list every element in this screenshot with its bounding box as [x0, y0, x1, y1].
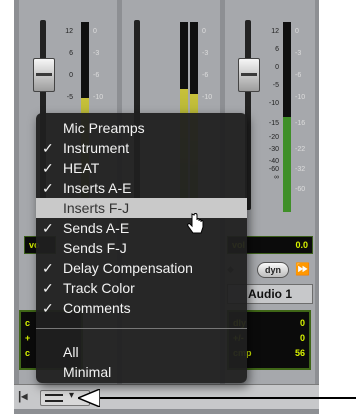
scale-label: 6 — [69, 50, 73, 57]
checkmark-icon: ✓ — [42, 280, 54, 296]
annotation-arrow-icon — [78, 389, 100, 407]
menu-item-label: Comments — [63, 300, 131, 316]
volume-value: 0.0 — [295, 240, 308, 250]
checkmark-icon: ✓ — [42, 160, 54, 176]
menu-item-heat[interactable]: ✓ HEAT — [36, 158, 247, 178]
fader-scale: 12 6 0 -5 -10 -15 -20 -30 -40 -60 ∞ — [261, 28, 279, 208]
menu-item-track-color[interactable]: ✓ Track Color — [36, 278, 247, 298]
meter-label: -16 — [295, 120, 306, 127]
delay-label: c — [25, 348, 31, 358]
view-options-menu: Mic Preamps ✓ Instrument ✓ HEAT ✓ Insert… — [36, 113, 247, 383]
menu-item-comments[interactable]: ✓ Comments — [36, 298, 247, 318]
meter-label: -10 — [93, 94, 104, 101]
meter-label: -3 — [93, 50, 100, 57]
menu-item-label: HEAT — [63, 160, 100, 176]
meter-label: -10 — [202, 94, 213, 101]
menu-item-delay-compensation[interactable]: ✓ Delay Compensation — [36, 258, 247, 278]
meter-label: -3 — [202, 50, 209, 57]
scale-label: 12 — [65, 28, 73, 35]
delay-label: c — [25, 318, 31, 328]
expand-arrow-icon[interactable]: ⏩ — [295, 262, 310, 276]
scale-label: -10 — [268, 100, 279, 107]
meter-label: 0 — [295, 28, 299, 35]
scale-label: 12 — [271, 28, 279, 35]
checkmark-icon: ✓ — [42, 140, 54, 156]
menu-item-instrument[interactable]: ✓ Instrument — [36, 138, 247, 158]
menu-item-sends-a-e[interactable]: ✓ Sends A-E — [36, 218, 247, 238]
scale-label: -5 — [66, 94, 73, 101]
meter-label: -6 — [93, 72, 100, 79]
checkmark-icon: ✓ — [42, 260, 54, 276]
menu-item-all[interactable]: All — [36, 342, 247, 362]
menu-item-label: Instrument — [63, 140, 130, 156]
menu-item-label: Mic Preamps — [63, 120, 145, 136]
menu-item-label: Track Color — [63, 280, 135, 296]
menu-item-label: Minimal — [63, 364, 112, 380]
meter-label: -6 — [295, 72, 302, 79]
fader-handle[interactable] — [238, 58, 260, 92]
level-meter — [283, 22, 291, 212]
scale-label: 0 — [69, 72, 73, 79]
scale-label: 6 — [275, 46, 279, 53]
menu-item-minimal[interactable]: Minimal — [36, 362, 247, 382]
meter-label: -60 — [295, 186, 306, 193]
meter-label: 0 — [93, 28, 97, 35]
collapse-left-icon[interactable]: |◂ — [18, 389, 27, 403]
dyn-button[interactable]: dyn — [257, 262, 289, 278]
scale-label: -20 — [268, 134, 279, 141]
scale-label: -15 — [268, 120, 279, 127]
chevron-down-icon: ▾ — [69, 390, 75, 401]
checkmark-icon: ✓ — [42, 180, 54, 196]
menu-item-inserts-a-e[interactable]: ✓ Inserts A-E — [36, 178, 247, 198]
meter-label: -22 — [295, 146, 306, 153]
dly-value: 0 — [299, 318, 305, 328]
meter-label: -6 — [202, 72, 209, 79]
menu-item-label: Sends A-E — [63, 220, 130, 236]
meter-label: -3 — [295, 50, 302, 57]
meter-label: -32 — [295, 166, 306, 173]
fader-handle[interactable] — [33, 58, 55, 92]
hand-cursor-icon — [187, 213, 204, 234]
menu-item-label: Sends F-J — [63, 240, 127, 256]
scale-label: -5 — [272, 82, 279, 89]
menu-separator — [36, 328, 247, 329]
annotation-arrow-line — [96, 397, 356, 399]
checkmark-icon: ✓ — [42, 300, 54, 316]
delay-label: + — [25, 333, 31, 343]
menu-item-label: Inserts F-J — [63, 200, 130, 216]
meter-label: 0 — [202, 28, 206, 35]
menu-item-inserts-f-j[interactable]: Inserts F-J — [36, 198, 247, 218]
scale-label: ∞ — [274, 174, 279, 181]
cmp-value: 56 — [294, 348, 305, 358]
checkmark-icon: ✓ — [42, 220, 54, 236]
scale-label: -60 — [268, 166, 279, 173]
meter-label: -10 — [295, 94, 306, 101]
scale-label: 0 — [275, 64, 279, 71]
menu-item-sends-f-j[interactable]: Sends F-J — [36, 238, 247, 258]
menu-item-mic-preamps[interactable]: Mic Preamps — [36, 118, 247, 138]
menu-item-label: All — [63, 344, 79, 360]
scale-label: -30 — [268, 146, 279, 153]
menu-item-label: Delay Compensation — [63, 260, 193, 276]
plus-minus-value[interactable]: 0 — [300, 333, 305, 343]
view-icon — [45, 394, 63, 402]
menu-item-label: Inserts A-E — [63, 180, 132, 196]
scale-label: -40 — [268, 158, 279, 165]
